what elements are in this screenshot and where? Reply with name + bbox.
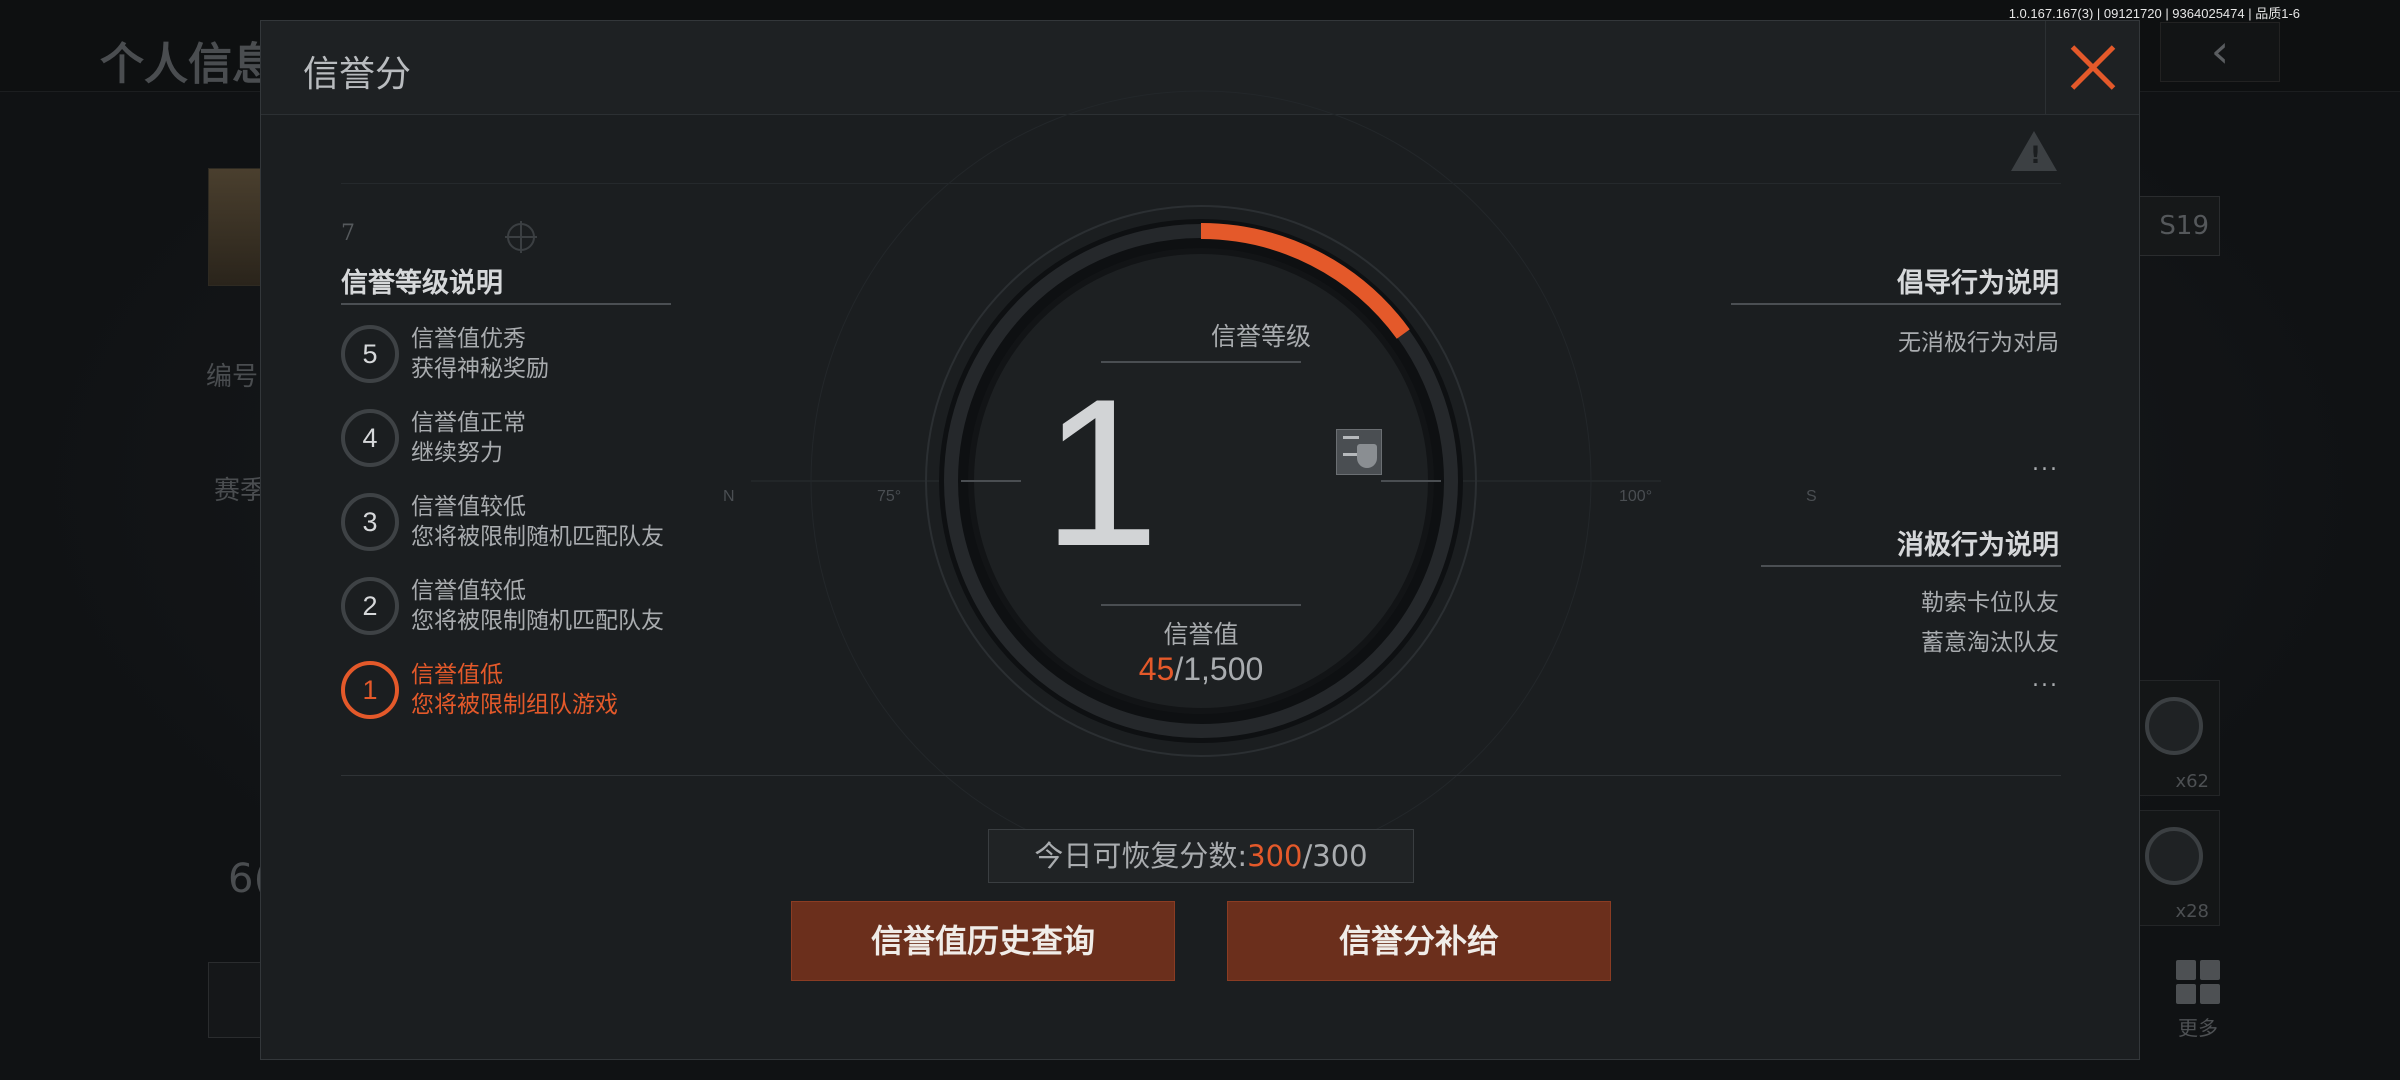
modal-header: 信誉分	[261, 21, 2139, 115]
encouraged-behavior-heading: 倡导行为说明	[1897, 268, 2059, 299]
modal-title: 信誉分	[303, 54, 412, 95]
level-number-badge: 1	[341, 661, 399, 719]
credit-history-button[interactable]: 信誉值历史查询	[791, 901, 1175, 981]
background-page-title: 个人信息	[100, 39, 276, 90]
level-description: 您将被限制随机匹配队友	[411, 608, 664, 634]
score-max: /1,500	[1174, 651, 1264, 687]
level-item-3: 3 信誉值较低 您将被限制随机匹配队友	[341, 491, 741, 567]
level-title: 信誉值较低	[411, 494, 526, 520]
level-item-1-current: 1 信誉值低 您将被限制组队游戏	[341, 659, 741, 735]
divider	[1761, 565, 2061, 567]
negative-behavior-heading: 消极行为说明	[1897, 530, 2059, 561]
medal-item[interactable]: x62	[2136, 680, 2220, 796]
rank-shield-icon[interactable]	[1336, 429, 1382, 475]
level-title: 信誉值优秀	[411, 326, 526, 352]
recover-label: 今日可恢复分数:	[1034, 839, 1248, 873]
season-badge[interactable]: S19	[2136, 196, 2220, 256]
level-item-2: 2 信誉值较低 您将被限制随机匹配队友	[341, 575, 741, 651]
level-number-badge: 5	[341, 325, 399, 383]
credit-score-modal: 信誉分 7 N 75° 100° S 信誉等级 1 信誉值 45/	[260, 20, 2140, 1060]
level-description: 获得神秘奖励	[411, 356, 549, 382]
medal-icon	[2145, 697, 2203, 755]
level-label: 信誉等级	[1210, 322, 1311, 351]
medal-icon	[2145, 827, 2203, 885]
crosshair-icon	[505, 221, 537, 253]
level-number-badge: 3	[341, 493, 399, 551]
level-description: 继续努力	[411, 440, 503, 466]
compass-label: 100°	[1619, 488, 1652, 505]
level-title: 信誉值较低	[411, 578, 526, 604]
divider	[341, 775, 2061, 776]
warning-icon	[2011, 131, 2057, 171]
divider	[1731, 303, 2061, 305]
score-value: 45/1,500	[1061, 651, 1341, 688]
decorative-number: 7	[341, 221, 355, 246]
level-title: 信誉值低	[411, 662, 503, 688]
level-number-badge: 2	[341, 577, 399, 635]
avatar	[208, 168, 264, 286]
negative-more[interactable]: ...	[2032, 667, 2059, 692]
recover-current: 300	[1247, 839, 1303, 873]
divider	[341, 303, 671, 305]
close-button-area[interactable]	[2045, 21, 2139, 115]
level-item-5: 5 信誉值优秀 获得神秘奖励	[341, 323, 741, 399]
background-season-label: 赛季	[214, 476, 267, 506]
level-value: 1	[1042, 355, 1160, 590]
compass-label: 75°	[877, 488, 901, 505]
background-id-label: 编号:	[206, 362, 267, 392]
divider	[341, 183, 2061, 184]
level-description: 您将被限制组队游戏	[411, 692, 618, 718]
level-item-4: 4 信誉值正常 继续努力	[341, 407, 741, 483]
medal-count: x28	[2175, 901, 2209, 922]
score-label: 信誉值	[1163, 620, 1239, 649]
score-current: 45	[1138, 651, 1175, 687]
daily-recoverable-score: 今日可恢复分数:300/300	[988, 829, 1414, 883]
compass-label: S	[1806, 488, 1817, 505]
back-button[interactable]: ‹	[2160, 22, 2280, 82]
medal-item[interactable]: x28	[2136, 810, 2220, 926]
grid-icon	[2176, 960, 2220, 1004]
negative-behavior-item: 勒索卡位队友	[1921, 590, 2059, 616]
more-button[interactable]: 更多	[2170, 960, 2226, 1041]
medal-count: x62	[2175, 771, 2209, 792]
encouraged-more[interactable]: ...	[2032, 451, 2059, 476]
level-description: 您将被限制随机匹配队友	[411, 524, 664, 550]
recover-max: /300	[1302, 839, 1368, 873]
level-number-badge: 4	[341, 409, 399, 467]
close-icon[interactable]	[2070, 45, 2116, 91]
level-title: 信誉值正常	[411, 410, 526, 436]
compass-scale: N 75° 100° S	[723, 90, 1817, 872]
credit-supply-button[interactable]: 信誉分补给	[1227, 901, 1611, 981]
level-explanation-heading: 信誉等级说明	[341, 268, 503, 299]
more-label: 更多	[2178, 1016, 2218, 1040]
encouraged-behavior-item: 无消极行为对局	[1898, 330, 2059, 356]
negative-behavior-item: 蓄意淘汰队友	[1921, 630, 2059, 656]
